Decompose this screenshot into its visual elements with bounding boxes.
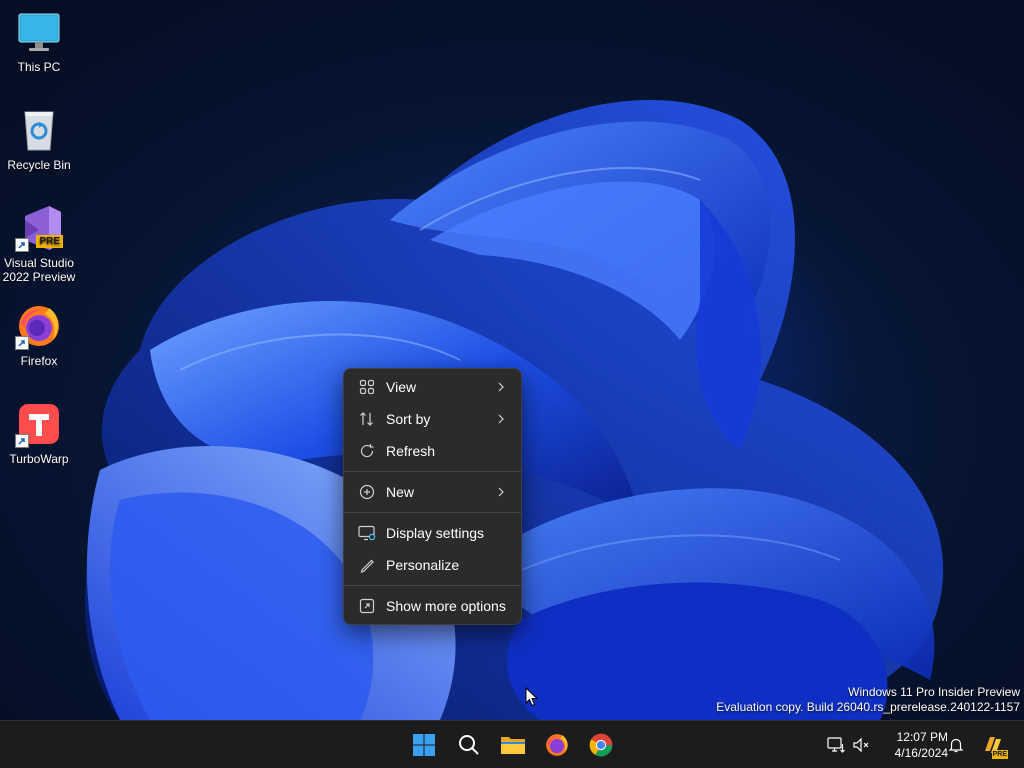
menu-separator bbox=[344, 512, 521, 513]
volume-muted-icon[interactable] bbox=[852, 735, 872, 755]
mouse-cursor-icon bbox=[525, 687, 539, 707]
watermark-line1: Windows 11 Pro Insider Preview bbox=[848, 685, 1020, 699]
file-explorer-icon bbox=[501, 737, 525, 754]
menu-item-show-more-options[interactable]: Show more options bbox=[348, 591, 517, 621]
file-explorer-button[interactable] bbox=[495, 727, 531, 763]
shortcut-arrow-icon bbox=[15, 434, 29, 448]
copilot-preview-badge: PRE bbox=[991, 750, 1008, 759]
menu-item-label: View bbox=[386, 379, 417, 395]
display-settings-icon bbox=[358, 524, 376, 542]
desktop-icon-label: TurboWarp bbox=[9, 452, 69, 466]
menu-item-label: New bbox=[386, 484, 415, 500]
copilot-icon[interactable]: PRE bbox=[980, 732, 1008, 759]
desktop-icon-label-line2: 2022 Preview bbox=[2, 270, 76, 284]
desktop-icon-visual-studio[interactable]: PRE Visual Studio 2022 Preview bbox=[0, 204, 78, 284]
turbowarp-icon bbox=[15, 400, 63, 448]
menu-item-label: Display settings bbox=[386, 525, 485, 541]
menu-separator bbox=[344, 585, 521, 586]
start-button[interactable] bbox=[406, 727, 442, 763]
recycle-bin-icon bbox=[15, 106, 63, 154]
refresh-icon bbox=[358, 442, 376, 460]
firefox-icon bbox=[15, 302, 63, 350]
menu-item-label: Show more options bbox=[386, 598, 506, 614]
desktop[interactable]: This PC Recycle Bin PRE Visual Studio 20… bbox=[0, 0, 1024, 720]
menu-separator bbox=[344, 471, 521, 472]
menu-item-display-settings[interactable]: Display settings bbox=[348, 518, 517, 548]
expand-icon bbox=[358, 597, 376, 615]
menu-item-personalize[interactable]: Personalize bbox=[348, 550, 517, 580]
plus-circle-icon bbox=[358, 483, 376, 501]
start-icon bbox=[413, 734, 435, 756]
search-button[interactable] bbox=[451, 727, 487, 763]
desktop-icon-turbowarp[interactable]: TurboWarp bbox=[0, 400, 78, 466]
desktop-icon-label: Recycle Bin bbox=[7, 158, 71, 172]
shortcut-arrow-icon bbox=[15, 336, 29, 350]
menu-item-sort-by[interactable]: Sort by bbox=[348, 404, 517, 434]
desktop-icon-this-pc[interactable]: This PC bbox=[0, 8, 78, 74]
shortcut-arrow-icon bbox=[15, 238, 29, 252]
taskbar: 12:07 PM 4/16/2024 PRE bbox=[0, 720, 1024, 768]
notification-bell-icon[interactable] bbox=[946, 735, 966, 755]
menu-item-label: Refresh bbox=[386, 443, 436, 459]
evaluation-watermark: Windows 11 Pro Insider Preview Evaluatio… bbox=[716, 685, 1020, 715]
chrome-taskbar-button[interactable] bbox=[583, 727, 619, 763]
watermark-line2: Evaluation copy. Build 26040.rs_prerelea… bbox=[716, 700, 1020, 714]
desktop-icon-recycle-bin[interactable]: Recycle Bin bbox=[0, 106, 78, 172]
network-icon[interactable] bbox=[826, 735, 846, 755]
desktop-icon-label: This PC bbox=[17, 60, 61, 74]
clock-date: 4/16/2024 bbox=[894, 746, 948, 760]
search-icon bbox=[459, 735, 479, 755]
firefox-taskbar-button[interactable] bbox=[539, 727, 575, 763]
chrome-icon bbox=[589, 733, 613, 757]
pen-icon bbox=[358, 556, 376, 574]
menu-item-label: Sort by bbox=[386, 411, 431, 427]
desktop-icon-label: Firefox bbox=[20, 354, 58, 368]
chevron-right-icon bbox=[497, 487, 507, 497]
desktop-icon-firefox[interactable]: Firefox bbox=[0, 302, 78, 368]
grid-view-icon bbox=[358, 378, 376, 396]
system-clock[interactable]: 12:07 PM 4/16/2024 bbox=[878, 729, 948, 761]
menu-item-label: Personalize bbox=[386, 557, 460, 573]
menu-item-view[interactable]: View bbox=[348, 372, 517, 402]
sort-icon bbox=[358, 410, 376, 428]
menu-item-new[interactable]: New bbox=[348, 477, 517, 507]
preview-badge: PRE bbox=[36, 235, 63, 248]
visual-studio-icon: PRE bbox=[15, 204, 63, 252]
menu-item-refresh[interactable]: Refresh bbox=[348, 436, 517, 466]
desktop-context-menu: View Sort by Refresh New Display setting… bbox=[343, 368, 522, 625]
clock-time: 12:07 PM bbox=[896, 730, 948, 744]
chevron-right-icon bbox=[497, 414, 507, 424]
chevron-right-icon bbox=[497, 382, 507, 392]
firefox-icon bbox=[546, 734, 568, 756]
desktop-icon-label-line1: Visual Studio bbox=[4, 256, 74, 270]
monitor-icon bbox=[15, 8, 63, 56]
